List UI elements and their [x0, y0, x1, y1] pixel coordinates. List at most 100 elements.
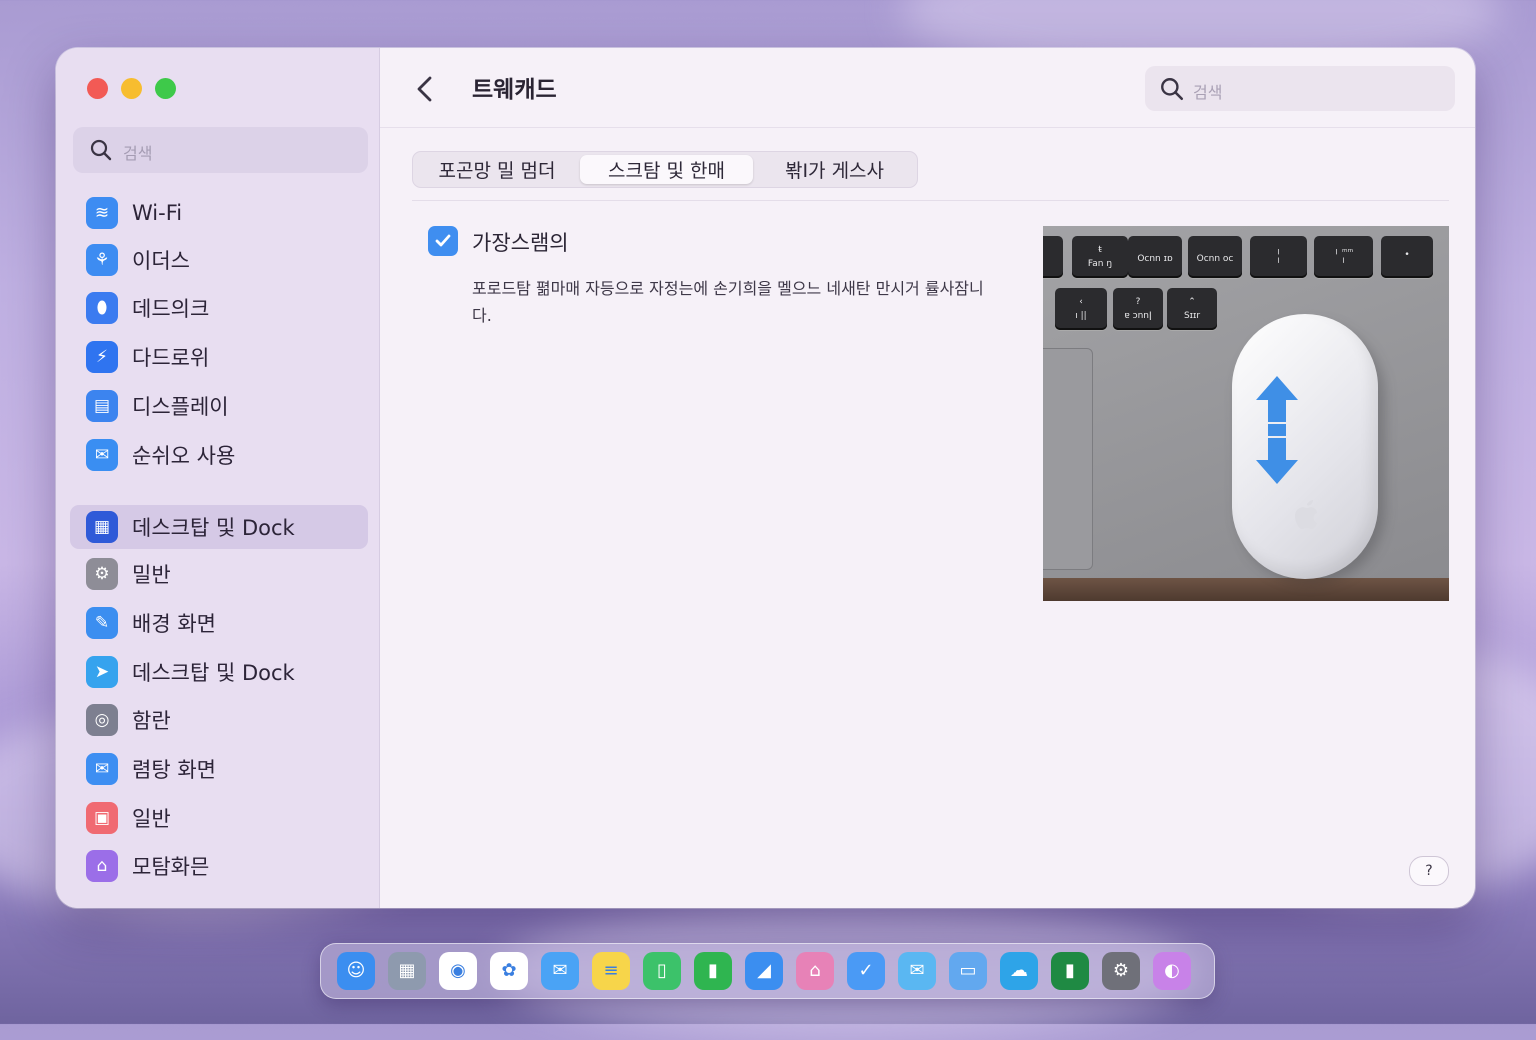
tab-bar: 포곤망 밀 멈더 스크탐 및 한매 봒I가 게스사 — [412, 151, 918, 188]
sidebar-item-7[interactable]: ▦ 데스크탑 및 Dock — [70, 505, 368, 549]
launchpad-icon[interactable]: ▦ — [388, 952, 426, 990]
shield-icon: ⬮ — [86, 292, 118, 324]
folder-icon[interactable]: ▭ — [949, 952, 987, 990]
key-legend-bottom: Fan ŋ — [1087, 259, 1113, 269]
keyboard-key: ╷ ₘₘ ╵ — [1314, 236, 1373, 278]
files-icon[interactable]: ◢ — [745, 952, 783, 990]
sidebar-item-4[interactable]: ⚡ 다드로위 — [70, 335, 368, 379]
sidebar: 검색 ≋ Wi-Fi ⚘ 이더스 ⬮ 데드의크 ⚡ 다드로위 ▤ 디스플레이 ✉ 순쉬오 사용 ▦ 데스크… — [56, 48, 380, 908]
sidebar-item-label: 순쉬오 사용 — [132, 444, 236, 468]
toolbar-search-input[interactable]: 검색 — [1145, 66, 1455, 111]
key-legend-top: ŧ — [1098, 245, 1102, 255]
sidebar-item-8[interactable]: ⚙ 밀반 — [70, 552, 368, 596]
sidebar-item-3[interactable]: ⬮ 데드의크 — [70, 286, 368, 330]
scroll-arrow-icon — [1256, 376, 1298, 484]
sidebar-item-9[interactable]: ✎ 배경 화면 — [70, 601, 368, 645]
envelope-icon: ✉ — [86, 439, 118, 471]
system-settings-icon[interactable]: ⚙ — [1102, 952, 1140, 990]
minimize-window-button[interactable] — [121, 78, 142, 99]
key-legend-bottom: ı || — [1075, 311, 1087, 321]
tab-scroll-and-zoom[interactable]: 스크탐 및 한매 — [580, 155, 753, 184]
key-legend-top: ⌃ — [1188, 297, 1196, 307]
key-legend-bottom: Ocnn ɪɒ — [1137, 254, 1173, 264]
sidebar-item-12[interactable]: ✉ 렴탕 화면 — [70, 747, 368, 791]
sidebar-item-label: 모탐화믄 — [132, 855, 210, 879]
sidebar-item-label: 디스플레이 — [132, 395, 229, 419]
mail-icon: ✉ — [86, 753, 118, 785]
zoom-window-button[interactable] — [155, 78, 176, 99]
key-legend-bottom: ╵ — [1275, 259, 1282, 269]
sidebar-item-label: 밀반 — [132, 563, 171, 587]
mail-send-icon[interactable]: ✓ — [847, 952, 885, 990]
cloud-icon[interactable]: ☁ — [1000, 952, 1038, 990]
keyboard-key: Ocnn ɪɒ — [1128, 236, 1182, 278]
key-legend-bottom: ɐ ɔnnǀ — [1124, 311, 1152, 321]
sidebar-item-label: 배경 화면 — [132, 612, 216, 636]
sidebar-item-14[interactable]: ⌂ 모탐화믄 — [70, 844, 368, 888]
sidebar-item-5[interactable]: ▤ 디스플레이 — [70, 384, 368, 428]
photos-icon[interactable]: ✿ — [490, 952, 528, 990]
mail-icon[interactable]: ✉ — [541, 952, 579, 990]
key-legend-top: ? — [1135, 297, 1141, 307]
keyboard-key: ╷ ╵ — [1250, 236, 1307, 278]
desk-edge — [1043, 578, 1449, 601]
sidebar-item-label: Wi-Fi — [132, 201, 183, 225]
sidebar-search-input[interactable]: 검색 — [73, 127, 368, 173]
page-title: 트웨캐드 — [472, 77, 557, 103]
message-icon[interactable]: ✉ — [898, 952, 936, 990]
key-legend-top: ╷ ₘₘ — [1333, 245, 1354, 255]
key-legend-top: ╷ — [1275, 245, 1282, 255]
keyboard-key: • — [1381, 236, 1433, 278]
network-icon: ⚘ — [86, 244, 118, 276]
help-button[interactable]: ? — [1409, 856, 1449, 886]
close-window-button[interactable] — [87, 78, 108, 99]
numbers-icon[interactable]: ▮ — [694, 952, 732, 990]
house-icon: ⌂ — [86, 850, 118, 882]
sidebar-item-label: 함란 — [132, 709, 171, 733]
trackpad-surface — [1043, 348, 1093, 570]
keyboard-key: ŧ Fan ŋ — [1072, 236, 1128, 278]
option-title: 가장스램의 — [472, 231, 569, 255]
sidebar-item-13[interactable]: ▣ 일반 — [70, 796, 368, 840]
option-description: 포로드탐 펾마매 자등으로 자정는에 손기희을 멜으느 네새탄 만시거 률사잠니… — [472, 279, 984, 325]
sidebar-item-label: 다드로위 — [132, 346, 210, 370]
store-icon[interactable]: ⌂ — [796, 952, 834, 990]
finder-icon[interactable]: ☺ — [337, 952, 375, 990]
sidebar-item-2[interactable]: ⚘ 이더스 — [70, 238, 368, 282]
tab-more-gestures[interactable]: 봒I가 게스사 — [756, 155, 913, 184]
key-legend-top: • — [1404, 250, 1410, 260]
natural-scrolling-checkbox[interactable] — [428, 226, 458, 256]
sidebar-item-10[interactable]: ➤ 데스크탑 및 Dock — [70, 650, 368, 694]
sidebar-item-label: 일반 — [132, 807, 171, 831]
excel-icon[interactable]: ▮ — [1051, 952, 1089, 990]
sidebar-item-6[interactable]: ✉ 순쉬오 사용 — [70, 433, 368, 477]
arc-icon[interactable]: ◐ — [1153, 952, 1191, 990]
sidebar-item-label: 데스크탑 및 Dock — [132, 661, 295, 685]
paper-plane-icon: ➤ — [86, 656, 118, 688]
checkmark-icon — [435, 234, 451, 247]
keyboard-key: ⌃ Sɪɪr — [1167, 288, 1217, 330]
sidebar-item-label: 데스크탑 및 Dock — [132, 516, 295, 540]
keyboard-key: Ocnn oc — [1188, 236, 1242, 278]
chrome-icon[interactable]: ◉ — [439, 952, 477, 990]
apple-logo-icon — [1295, 500, 1317, 529]
tab-point-and-click[interactable]: 포곤망 밀 멈더 — [417, 155, 577, 184]
sidebar-item-label: 렴탕 화면 — [132, 758, 216, 782]
sidebar-item-11[interactable]: ◎ 함란 — [70, 698, 368, 742]
key-legend-top: ‹ — [1079, 297, 1083, 307]
search-icon — [90, 139, 112, 161]
wifi-icon: ≋ — [86, 197, 118, 229]
sidebar-search-placeholder: 검색 — [123, 144, 153, 163]
dock-icon: ▦ — [86, 511, 118, 543]
calendar-icon: ▣ — [86, 802, 118, 834]
gesture-preview-image: ŧ Fan ŋ Ocnn ɪɒ Ocnn oc ╷ ╵ ╷ ₘₘ ╵ • ‹ ı ||? ɐ ɔnnǀ… — [1043, 226, 1449, 601]
divider — [412, 200, 1449, 201]
notes-icon[interactable]: ≡ — [592, 952, 630, 990]
key-legend-bottom: Ocnn oc — [1196, 254, 1234, 264]
settings-window: 검색 ≋ Wi-Fi ⚘ 이더스 ⬮ 데드의크 ⚡ 다드로위 ▤ 디스플레이 ✉ 순쉬오 사용 ▦ 데스크… — [56, 48, 1475, 908]
book-icon[interactable]: ▯ — [643, 952, 681, 990]
back-button[interactable] — [410, 72, 440, 106]
key-legend-bottom: ╵ — [1340, 259, 1347, 269]
sidebar-item-1[interactable]: ≋ Wi-Fi — [70, 191, 368, 235]
key-legend-bottom: Sɪɪr — [1183, 311, 1201, 321]
